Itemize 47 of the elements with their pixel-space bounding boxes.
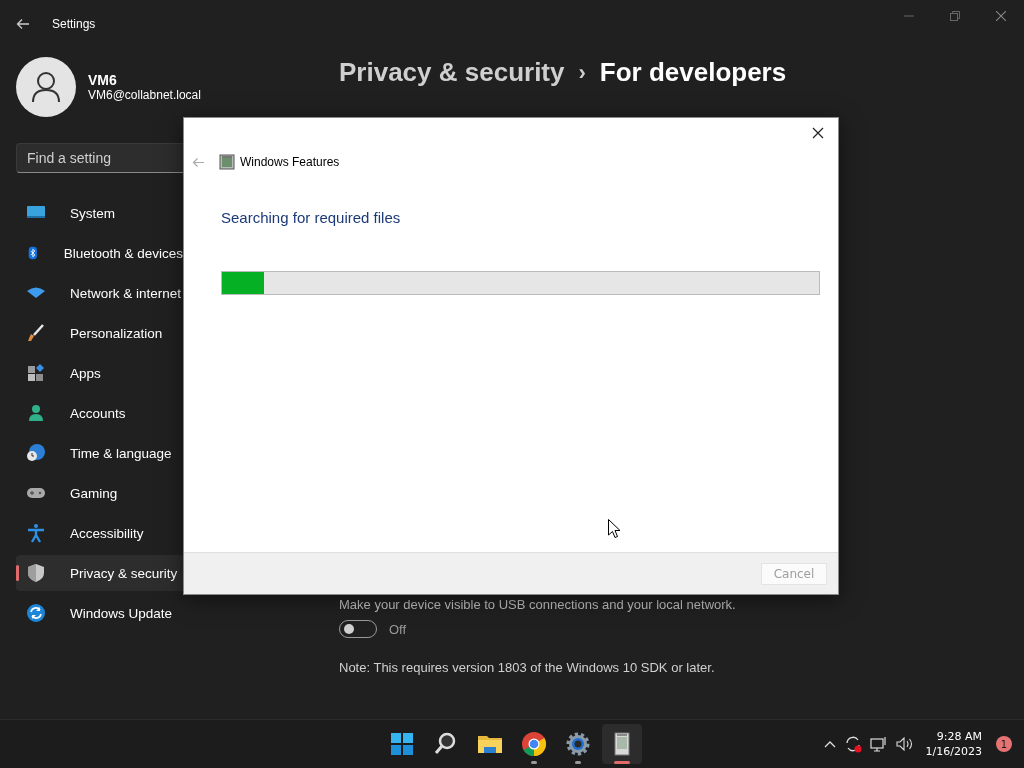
search-field[interactable]: Find a setting <box>16 143 183 173</box>
note-text: Note: This requires version 1803 of the Windows 10 SDK or later. <box>339 660 716 675</box>
sidebar-item[interactable]: Time & language <box>16 435 183 471</box>
sidebar-item[interactable]: Accounts <box>16 395 183 431</box>
sidebar-item[interactable]: Apps <box>16 355 183 391</box>
sidebar-item[interactable]: Windows Update <box>16 595 183 631</box>
chrome-icon <box>521 731 547 757</box>
sidebar-item[interactable]: Personalization <box>16 315 183 351</box>
restore-icon[interactable] <box>950 11 960 21</box>
back-arrow-icon[interactable] <box>16 18 30 30</box>
start-icon <box>389 731 415 757</box>
setting-description: Make your device visible to USB connections and your local network. <box>339 597 737 612</box>
sidebar-item[interactable]: Bluetooth & devices <box>16 235 183 271</box>
apps-icon <box>26 363 46 383</box>
taskbar-button[interactable] <box>602 724 642 764</box>
update-icon <box>26 603 46 623</box>
person-icon <box>31 71 61 103</box>
close-icon[interactable] <box>812 127 824 139</box>
selection-bar <box>16 565 19 581</box>
shield-icon <box>26 563 46 583</box>
notification-badge[interactable]: 1 <box>996 736 1012 752</box>
gear-icon <box>565 731 591 757</box>
breadcrumb-separator: › <box>578 59 586 86</box>
window-title: Settings <box>52 17 96 31</box>
accessibility-icon <box>26 523 46 543</box>
sidebar-item[interactable]: Gaming <box>16 475 183 511</box>
page-title: For developers <box>599 57 787 88</box>
account-name: VM6 <box>88 72 118 88</box>
chevron-up-icon[interactable] <box>823 740 836 748</box>
toggle-label: Off <box>389 621 407 637</box>
status-heading: Searching for required files <box>221 209 402 226</box>
clock[interactable]: 9:28 AM 1/16/2023 <box>925 729 982 759</box>
brush-icon <box>26 323 46 343</box>
network-icon[interactable] <box>869 736 888 752</box>
dialog-title: Windows Features <box>240 155 340 169</box>
sidebar-item[interactable]: Network & internet <box>16 275 183 311</box>
sidebar-item[interactable]: System <box>16 195 183 231</box>
sidebar-item[interactable]: Privacy & security <box>16 555 183 591</box>
sync-icon[interactable] <box>843 735 862 753</box>
globe-clock-icon <box>26 443 46 463</box>
sidebar-item[interactable]: Accessibility <box>16 515 183 551</box>
person-icon <box>26 403 46 423</box>
window-icon <box>219 154 235 170</box>
volume-icon[interactable] <box>895 736 914 752</box>
breadcrumb-link[interactable]: Privacy & security <box>339 57 565 88</box>
mouse-pointer-icon <box>608 519 620 538</box>
account-email: VM6@collabnet.local <box>88 88 201 102</box>
